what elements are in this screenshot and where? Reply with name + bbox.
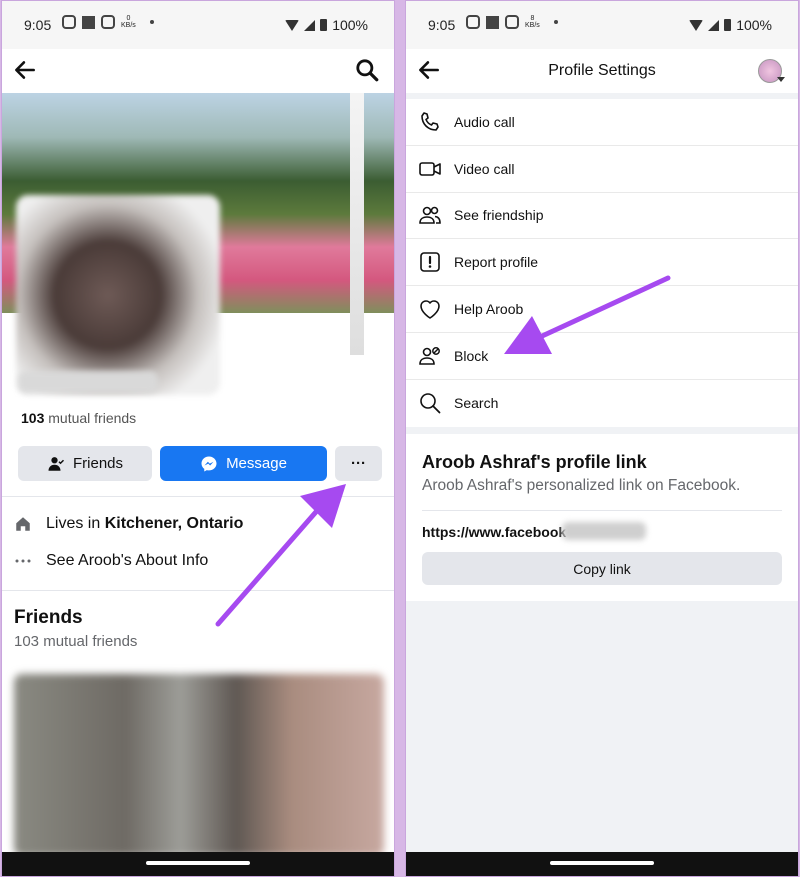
status-icons: 0 KB/s bbox=[62, 15, 154, 29]
message-button-label: Message bbox=[226, 455, 287, 472]
wifi-icon bbox=[689, 19, 704, 31]
grid-notification-icon bbox=[505, 15, 519, 29]
messenger-icon bbox=[201, 456, 217, 471]
top-app-bar bbox=[2, 49, 394, 93]
signal-icon bbox=[708, 19, 720, 31]
page-title: Profile Settings bbox=[548, 62, 656, 79]
network-speed: 8 KB/s bbox=[525, 15, 540, 29]
status-right: 100% bbox=[285, 17, 368, 33]
menu-item-label: Help Aroob bbox=[454, 301, 524, 318]
profile-name-redacted bbox=[18, 371, 158, 393]
grid-notification-icon bbox=[101, 15, 115, 29]
more-options-button[interactable]: ··· bbox=[335, 446, 382, 481]
copy-link-button[interactable]: Copy link bbox=[422, 552, 782, 585]
menu-item-label: See friendship bbox=[454, 207, 544, 224]
message-button[interactable]: Message bbox=[160, 446, 327, 481]
battery-level: 100% bbox=[736, 17, 772, 33]
profile-link-subtitle: Aroob Ashraf's personalized link on Face… bbox=[422, 477, 741, 494]
menu-item-audio-call[interactable]: Audio call bbox=[406, 99, 798, 146]
status-bar: 9:05 0 KB/s 100% bbox=[2, 1, 394, 49]
status-time: 9:05 bbox=[24, 17, 52, 33]
lives-in-text: Lives in Kitchener, Ontario bbox=[46, 515, 244, 532]
more-notifications-icon bbox=[149, 20, 154, 24]
ellipsis-icon bbox=[15, 559, 31, 563]
status-icons: 8 KB/s bbox=[466, 15, 558, 29]
menu-item-label: Report profile bbox=[454, 254, 539, 271]
menu-item-report-profile[interactable]: Report profile bbox=[406, 239, 798, 287]
search-icon[interactable] bbox=[354, 57, 380, 83]
mutual-friends-count[interactable]: 103 mutual friends bbox=[21, 410, 136, 426]
profile-link-url[interactable]: https://www.facebook bbox=[422, 524, 566, 540]
system-nav-bar bbox=[2, 852, 394, 876]
wifi-icon bbox=[285, 19, 300, 31]
battery-level: 100% bbox=[332, 17, 368, 33]
block-user-icon bbox=[419, 346, 440, 365]
back-arrow-icon[interactable] bbox=[12, 57, 38, 83]
notification-icon bbox=[466, 15, 480, 29]
top-app-bar: Profile Settings bbox=[406, 49, 798, 93]
more-options-icon: ··· bbox=[351, 455, 366, 472]
network-speed: 0 KB/s bbox=[121, 15, 136, 29]
search-icon bbox=[420, 393, 441, 414]
menu-item-label: Block bbox=[454, 347, 489, 364]
profile-link-url-redacted bbox=[562, 522, 646, 540]
profile-screen: 9:05 0 KB/s 100% 103 mutual friends Frien… bbox=[1, 0, 395, 877]
about-info-link[interactable]: See Aroob's About Info bbox=[46, 552, 208, 570]
app-notification-icon bbox=[486, 15, 499, 29]
profile-picture[interactable] bbox=[16, 195, 220, 395]
menu-item-label: Audio call bbox=[454, 113, 515, 130]
profile-link-title: Aroob Ashraf's profile link bbox=[422, 452, 647, 472]
system-nav-bar bbox=[406, 852, 798, 876]
lives-in-row: Lives in Kitchener, Ontario bbox=[14, 515, 243, 533]
status-right: 100% bbox=[689, 17, 772, 33]
friends-button[interactable]: Friends bbox=[18, 446, 152, 481]
profile-settings-screen: 9:05 8 KB/s 100% Profile Settings Audio c… bbox=[405, 0, 799, 877]
divider bbox=[422, 510, 782, 511]
menu-item-search[interactable]: Search bbox=[406, 380, 798, 427]
cover-photo-lamp-pole bbox=[350, 93, 364, 355]
divider bbox=[2, 496, 394, 497]
friend-check-icon bbox=[48, 456, 65, 471]
profile-link-card: Aroob Ashraf's profile link Aroob Ashraf… bbox=[406, 434, 798, 601]
friends-button-label: Friends bbox=[72, 455, 124, 472]
phone-icon bbox=[421, 112, 439, 131]
divider bbox=[2, 590, 394, 591]
status-time: 9:05 bbox=[428, 17, 456, 33]
account-avatar[interactable] bbox=[758, 59, 785, 83]
menu-item-block[interactable]: Block bbox=[406, 333, 798, 380]
signal-icon bbox=[304, 19, 316, 31]
menu-item-label: Video call bbox=[454, 160, 515, 177]
about-info-row[interactable]: See Aroob's About Info bbox=[14, 552, 208, 570]
heart-icon bbox=[420, 300, 440, 319]
notification-icon bbox=[62, 15, 76, 29]
video-icon bbox=[419, 161, 441, 176]
home-icon bbox=[16, 517, 30, 531]
profile-settings-list: Audio call Video call See friendship Rep… bbox=[406, 99, 798, 427]
menu-item-help-aroob[interactable]: Help Aroob bbox=[406, 286, 798, 333]
friends-grid[interactable] bbox=[14, 674, 384, 856]
home-gesture-handle[interactable] bbox=[550, 861, 654, 865]
more-notifications-icon bbox=[553, 20, 558, 24]
battery-icon bbox=[724, 19, 732, 31]
friendship-icon bbox=[419, 207, 441, 225]
menu-item-see-friendship[interactable]: See friendship bbox=[406, 193, 798, 240]
app-notification-icon bbox=[82, 15, 95, 29]
battery-icon bbox=[320, 19, 328, 31]
menu-item-label: Search bbox=[454, 395, 499, 412]
friends-section-title: Friends bbox=[14, 607, 83, 628]
home-gesture-handle[interactable] bbox=[146, 861, 250, 865]
status-bar: 9:05 8 KB/s 100% bbox=[406, 1, 798, 49]
report-icon bbox=[420, 252, 440, 273]
menu-item-video-call[interactable]: Video call bbox=[406, 146, 798, 193]
friends-section-subtitle: 103 mutual friends bbox=[14, 633, 138, 650]
